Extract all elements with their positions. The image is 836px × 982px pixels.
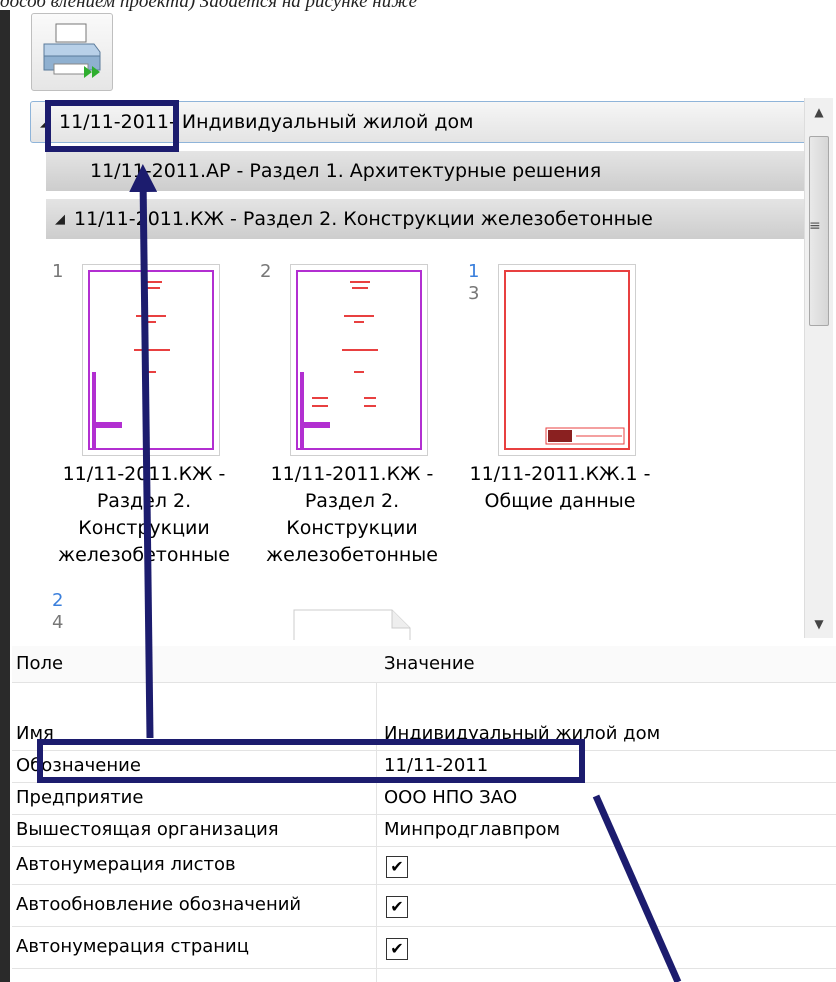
- checkbox-checked-icon[interactable]: ✔: [386, 896, 408, 918]
- caption-text: дособ влением проекта) Задается на рисун…: [0, 0, 418, 12]
- property-row-auto-designations[interactable]: Автообновление обозначений ✔: [12, 884, 836, 927]
- section-label: 11/11-2011.АР - Раздел 1. Архитектурные …: [90, 160, 602, 182]
- root-title: - Индивидуальный жилой дом: [168, 111, 474, 133]
- sheet-number: 2: [260, 261, 272, 282]
- property-row-parent-org[interactable]: Вышестоящая организация Минпродглавпром: [12, 814, 836, 847]
- blank-page-icon: [293, 609, 411, 640]
- scroll-grip-icon: ≡: [809, 218, 821, 234]
- root-code: 11/11-2011: [59, 111, 169, 133]
- printer-forward-icon: [43, 23, 101, 78]
- tree-root-node[interactable]: ◢ 11/11-2011 - Индивидуальный жилой дом: [30, 101, 818, 143]
- properties-grid: Поле Значение Имя Индивидуальный жилой д…: [12, 646, 836, 982]
- property-row-name[interactable]: Имя Индивидуальный жилой дом: [12, 718, 836, 751]
- sheet-label: 11/11-2011.КЖ.1 - Общие данные: [469, 463, 651, 512]
- sheet-preview: [290, 264, 428, 456]
- sheet-number: 1: [468, 261, 480, 282]
- section-label: 11/11-2011.КЖ - Раздел 2. Конструкции же…: [74, 208, 653, 230]
- tree-section-ar[interactable]: 11/11-2011.АР - Раздел 1. Архитектурные …: [46, 151, 816, 191]
- property-row-designation[interactable]: Обозначение 11/11-2011: [12, 750, 836, 783]
- checkbox-checked-icon[interactable]: ✔: [386, 856, 408, 878]
- scroll-up-icon[interactable]: ▲: [805, 98, 833, 126]
- next-sheet-numbers: 2 4: [52, 590, 64, 633]
- property-value[interactable]: Индивидуальный жилой дом: [384, 718, 660, 750]
- properties-header: Поле Значение: [12, 646, 836, 683]
- property-row-company[interactable]: Предприятие ООО НПО ЗАО: [12, 782, 836, 815]
- sheet-thumbnail[interactable]: 1 11/11-2011.КЖ - Раздел 2. Конструкции …: [52, 261, 236, 571]
- sheet-thumbnail[interactable]: 1 3 11/11-2011.КЖ.1 - Общие данные: [468, 261, 652, 571]
- sheet-preview: [498, 264, 636, 456]
- sheet-preview: [82, 264, 220, 456]
- document-tree[interactable]: ◢ 11/11-2011 - Индивидуальный жилой дом …: [14, 96, 836, 640]
- tree-section-kzh[interactable]: ◢ 11/11-2011.КЖ - Раздел 2. Конструкции …: [46, 199, 816, 239]
- sheet-thumbnail[interactable]: 2 11/11-2011.КЖ - Раздел 2. Конструкции …: [260, 261, 444, 571]
- property-row-auto-sheets[interactable]: Автонумерация листов ✔: [12, 846, 836, 885]
- print-button[interactable]: [31, 13, 113, 91]
- property-value[interactable]: 11/11-2011: [384, 750, 488, 782]
- checkbox-checked-icon[interactable]: ✔: [386, 938, 408, 960]
- tree-scrollbar[interactable]: ▲ ≡ ▼: [804, 98, 833, 638]
- expand-arrow-icon[interactable]: ◢: [46, 212, 74, 227]
- property-value[interactable]: Минпродглавпром: [384, 814, 560, 846]
- scroll-down-icon[interactable]: ▼: [805, 610, 833, 638]
- column-header-value: Значение: [384, 653, 475, 674]
- sheet-number-secondary: 3: [468, 283, 480, 304]
- sheet-label: 11/11-2011.КЖ - Раздел 2. Конструкции же…: [265, 463, 438, 566]
- sheet-number: 1: [52, 261, 64, 282]
- window-left-edge: [0, 10, 10, 982]
- expand-arrow-icon[interactable]: ◢: [31, 115, 59, 130]
- property-value[interactable]: ООО НПО ЗАО: [384, 782, 517, 814]
- property-row-auto-pages[interactable]: Автонумерация страниц ✔: [12, 926, 836, 969]
- sheet-label: 11/11-2011.КЖ - Раздел 2. Конструкции же…: [57, 463, 230, 566]
- column-header-field: Поле: [16, 653, 64, 674]
